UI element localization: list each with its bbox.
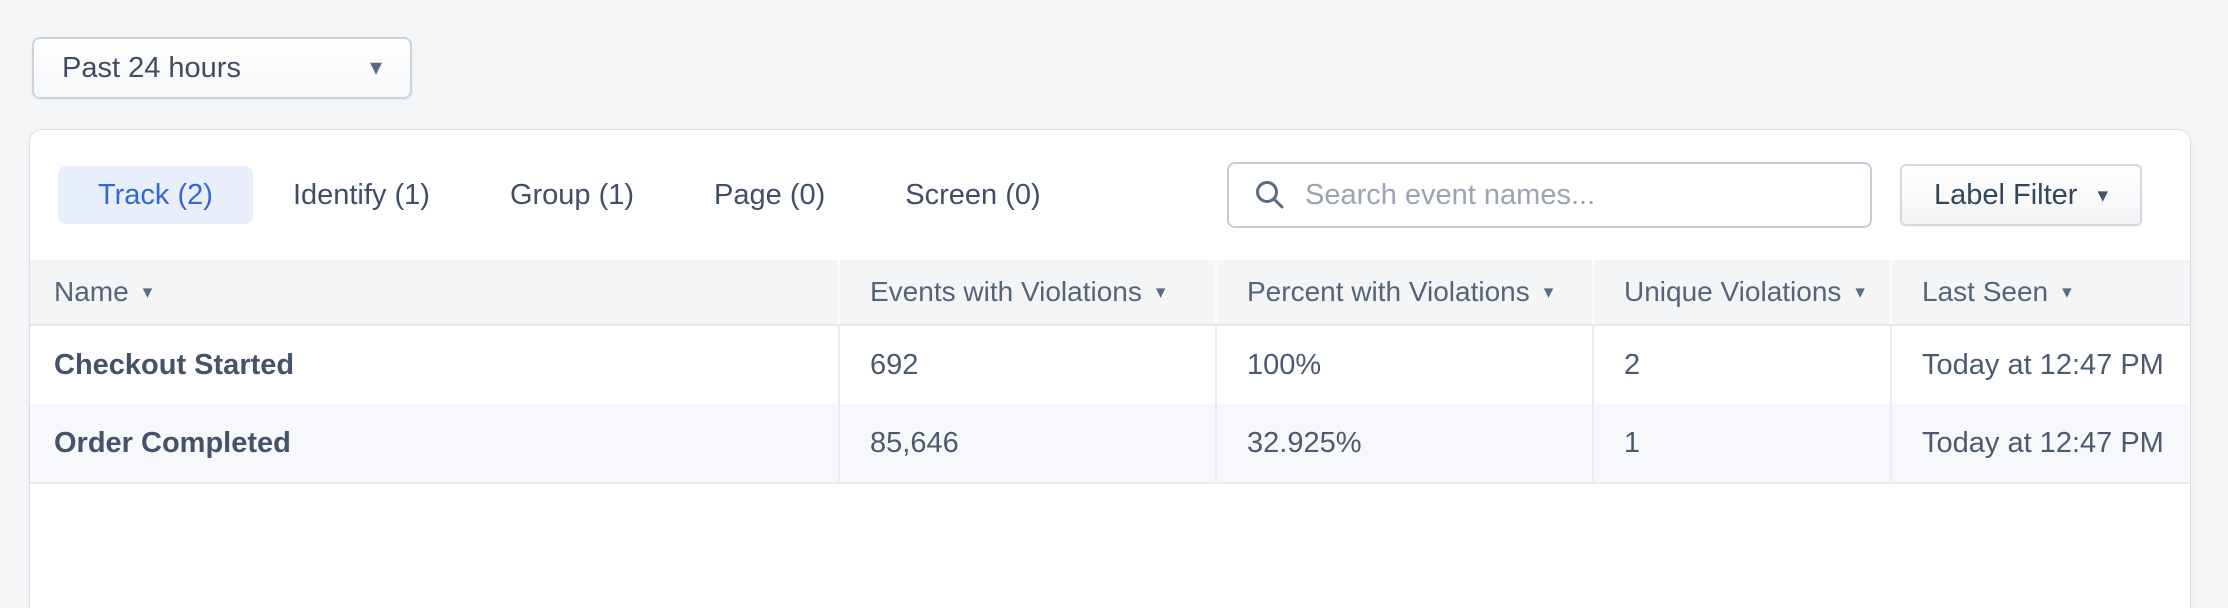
time-range-dropdown[interactable]: Past 24 hours ▾: [32, 37, 412, 99]
search-icon: [1253, 178, 1287, 212]
cell-events-violations: 85,646: [838, 404, 1215, 482]
column-header-name[interactable]: Name ▾: [30, 260, 838, 324]
cell-unique-violations: 2: [1592, 326, 1890, 404]
label-filter-text: Label Filter: [1934, 179, 2077, 212]
column-header-events-with-violations[interactable]: Events with Violations ▾: [838, 260, 1215, 324]
tab-track[interactable]: Track (2): [58, 166, 253, 224]
cell-last-seen: Today at 12:47 PM: [1890, 326, 2190, 404]
tab-label: Track (2): [98, 179, 213, 212]
tab-screen[interactable]: Screen (0): [865, 166, 1080, 224]
cell-unique-violations: 1: [1592, 404, 1890, 482]
column-header-label: Events with Violations: [870, 276, 1142, 308]
violations-card: Track (2) Identify (1) Group (1) Page (0…: [30, 130, 2190, 608]
tab-label: Screen (0): [905, 179, 1040, 212]
search-box: [1227, 162, 1872, 228]
column-header-unique-violations[interactable]: Unique Violations ▾: [1592, 260, 1890, 324]
caret-down-icon: ▾: [370, 56, 382, 80]
tab-identify[interactable]: Identify (1): [253, 166, 470, 224]
table-header-row: Name ▾ Events with Violations ▾ Percent …: [30, 260, 2190, 326]
search-input[interactable]: [1305, 179, 1846, 212]
table-row[interactable]: Order Completed 85,646 32.925% 1 Today a…: [30, 404, 2190, 484]
cell-event-name[interactable]: Checkout Started: [30, 326, 838, 404]
cell-events-violations: 692: [838, 326, 1215, 404]
tab-group[interactable]: Group (1): [470, 166, 674, 224]
column-header-label: Last Seen: [1922, 276, 2048, 308]
tab-label: Identify (1): [293, 179, 430, 212]
cell-last-seen: Today at 12:47 PM: [1890, 404, 2190, 482]
column-header-label: Name: [54, 276, 129, 308]
column-header-label: Unique Violations: [1624, 276, 1841, 308]
sort-caret-icon: ▾: [1855, 283, 1865, 302]
tab-page[interactable]: Page (0): [674, 166, 865, 224]
label-filter-button[interactable]: Label Filter ▾: [1900, 164, 2142, 226]
toolbar: Track (2) Identify (1) Group (1) Page (0…: [30, 130, 2190, 260]
caret-down-icon: ▾: [2097, 185, 2108, 206]
sort-caret-icon: ▾: [1544, 283, 1554, 302]
table-row[interactable]: Checkout Started 692 100% 2 Today at 12:…: [30, 326, 2190, 404]
tab-label: Page (0): [714, 179, 825, 212]
column-header-percent-with-violations[interactable]: Percent with Violations ▾: [1215, 260, 1592, 324]
sort-caret-icon: ▾: [143, 283, 153, 302]
cell-percent-violations: 100%: [1215, 326, 1592, 404]
tab-label: Group (1): [510, 179, 634, 212]
cell-percent-violations: 32.925%: [1215, 404, 1592, 482]
time-range-value: Past 24 hours: [62, 52, 241, 85]
sort-caret-icon: ▾: [2062, 283, 2072, 302]
event-type-tabs: Track (2) Identify (1) Group (1) Page (0…: [58, 166, 1081, 224]
cell-event-name[interactable]: Order Completed: [30, 404, 838, 482]
sort-caret-icon: ▾: [1156, 283, 1166, 302]
column-header-label: Percent with Violations: [1247, 276, 1530, 308]
column-header-last-seen[interactable]: Last Seen ▾: [1890, 260, 2190, 324]
